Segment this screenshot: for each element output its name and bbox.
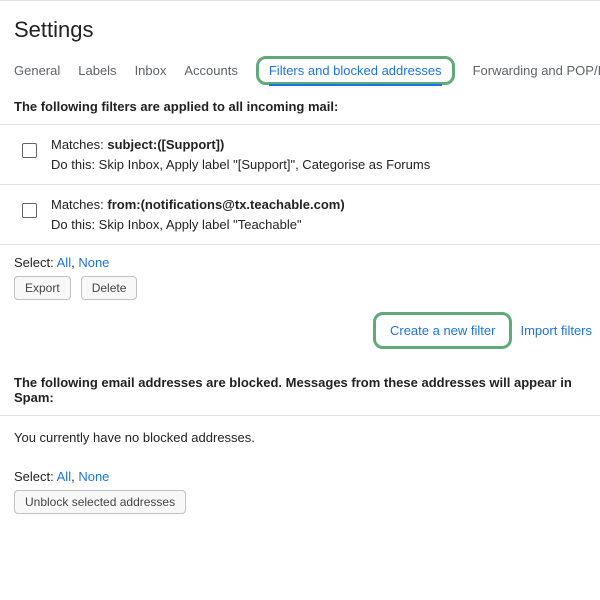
create-filter-link[interactable]: Create a new filter xyxy=(390,323,496,338)
matches-label: Matches: xyxy=(51,137,107,152)
blocked-buttons-row: Unblock selected addresses xyxy=(0,490,600,520)
filter-row: Matches: subject:([Support]) Do this: Sk… xyxy=(0,125,600,185)
select-row-blocked: Select: All, None xyxy=(0,459,600,490)
tab-general[interactable]: General xyxy=(14,57,60,84)
highlight-create-filter: Create a new filter xyxy=(373,312,513,349)
filter-action-row: Create a new filter Import filters xyxy=(0,306,600,357)
select-label: Select: xyxy=(14,255,57,270)
filter-buttons-row: Export Delete xyxy=(0,276,600,306)
unblock-button[interactable]: Unblock selected addresses xyxy=(14,490,186,514)
filter-text: Matches: subject:([Support]) Do this: Sk… xyxy=(51,135,430,174)
matches-label: Matches: xyxy=(51,197,107,212)
blocked-empty-text: You currently have no blocked addresses. xyxy=(0,416,600,459)
highlight-filters-tab: Filters and blocked addresses xyxy=(256,56,455,85)
filter-dothis: Do this: Skip Inbox, Apply label "[Suppo… xyxy=(51,155,430,175)
tab-filters[interactable]: Filters and blocked addresses xyxy=(269,57,442,86)
select-none-link[interactable]: None xyxy=(78,255,109,270)
page-title: Settings xyxy=(0,0,600,57)
filter-dothis: Do this: Skip Inbox, Apply label "Teacha… xyxy=(51,215,345,235)
import-filters-link[interactable]: Import filters xyxy=(520,323,592,338)
export-button[interactable]: Export xyxy=(14,276,71,300)
blocked-section-header: The following email addresses are blocke… xyxy=(0,357,600,416)
filter-row: Matches: from:(notifications@tx.teachabl… xyxy=(0,185,600,245)
tab-accounts[interactable]: Accounts xyxy=(184,57,237,84)
select-none-link-blocked[interactable]: None xyxy=(78,469,109,484)
filters-section-header: The following filters are applied to all… xyxy=(0,85,600,125)
filter-text: Matches: from:(notifications@tx.teachabl… xyxy=(51,195,345,234)
matches-value: from:(notifications@tx.teachable.com) xyxy=(107,197,344,212)
select-all-link[interactable]: All xyxy=(57,255,71,270)
select-label: Select: xyxy=(14,469,57,484)
filter-checkbox[interactable] xyxy=(22,143,37,158)
filter-checkbox[interactable] xyxy=(22,203,37,218)
tab-forwarding[interactable]: Forwarding and POP/IMAP xyxy=(473,57,600,84)
tab-inbox[interactable]: Inbox xyxy=(135,57,167,84)
select-row: Select: All, None xyxy=(0,245,600,276)
select-all-link-blocked[interactable]: All xyxy=(57,469,71,484)
matches-value: subject:([Support]) xyxy=(107,137,224,152)
tab-labels[interactable]: Labels xyxy=(78,57,116,84)
settings-tabs: General Labels Inbox Accounts Filters an… xyxy=(0,57,600,85)
delete-button[interactable]: Delete xyxy=(81,276,138,300)
